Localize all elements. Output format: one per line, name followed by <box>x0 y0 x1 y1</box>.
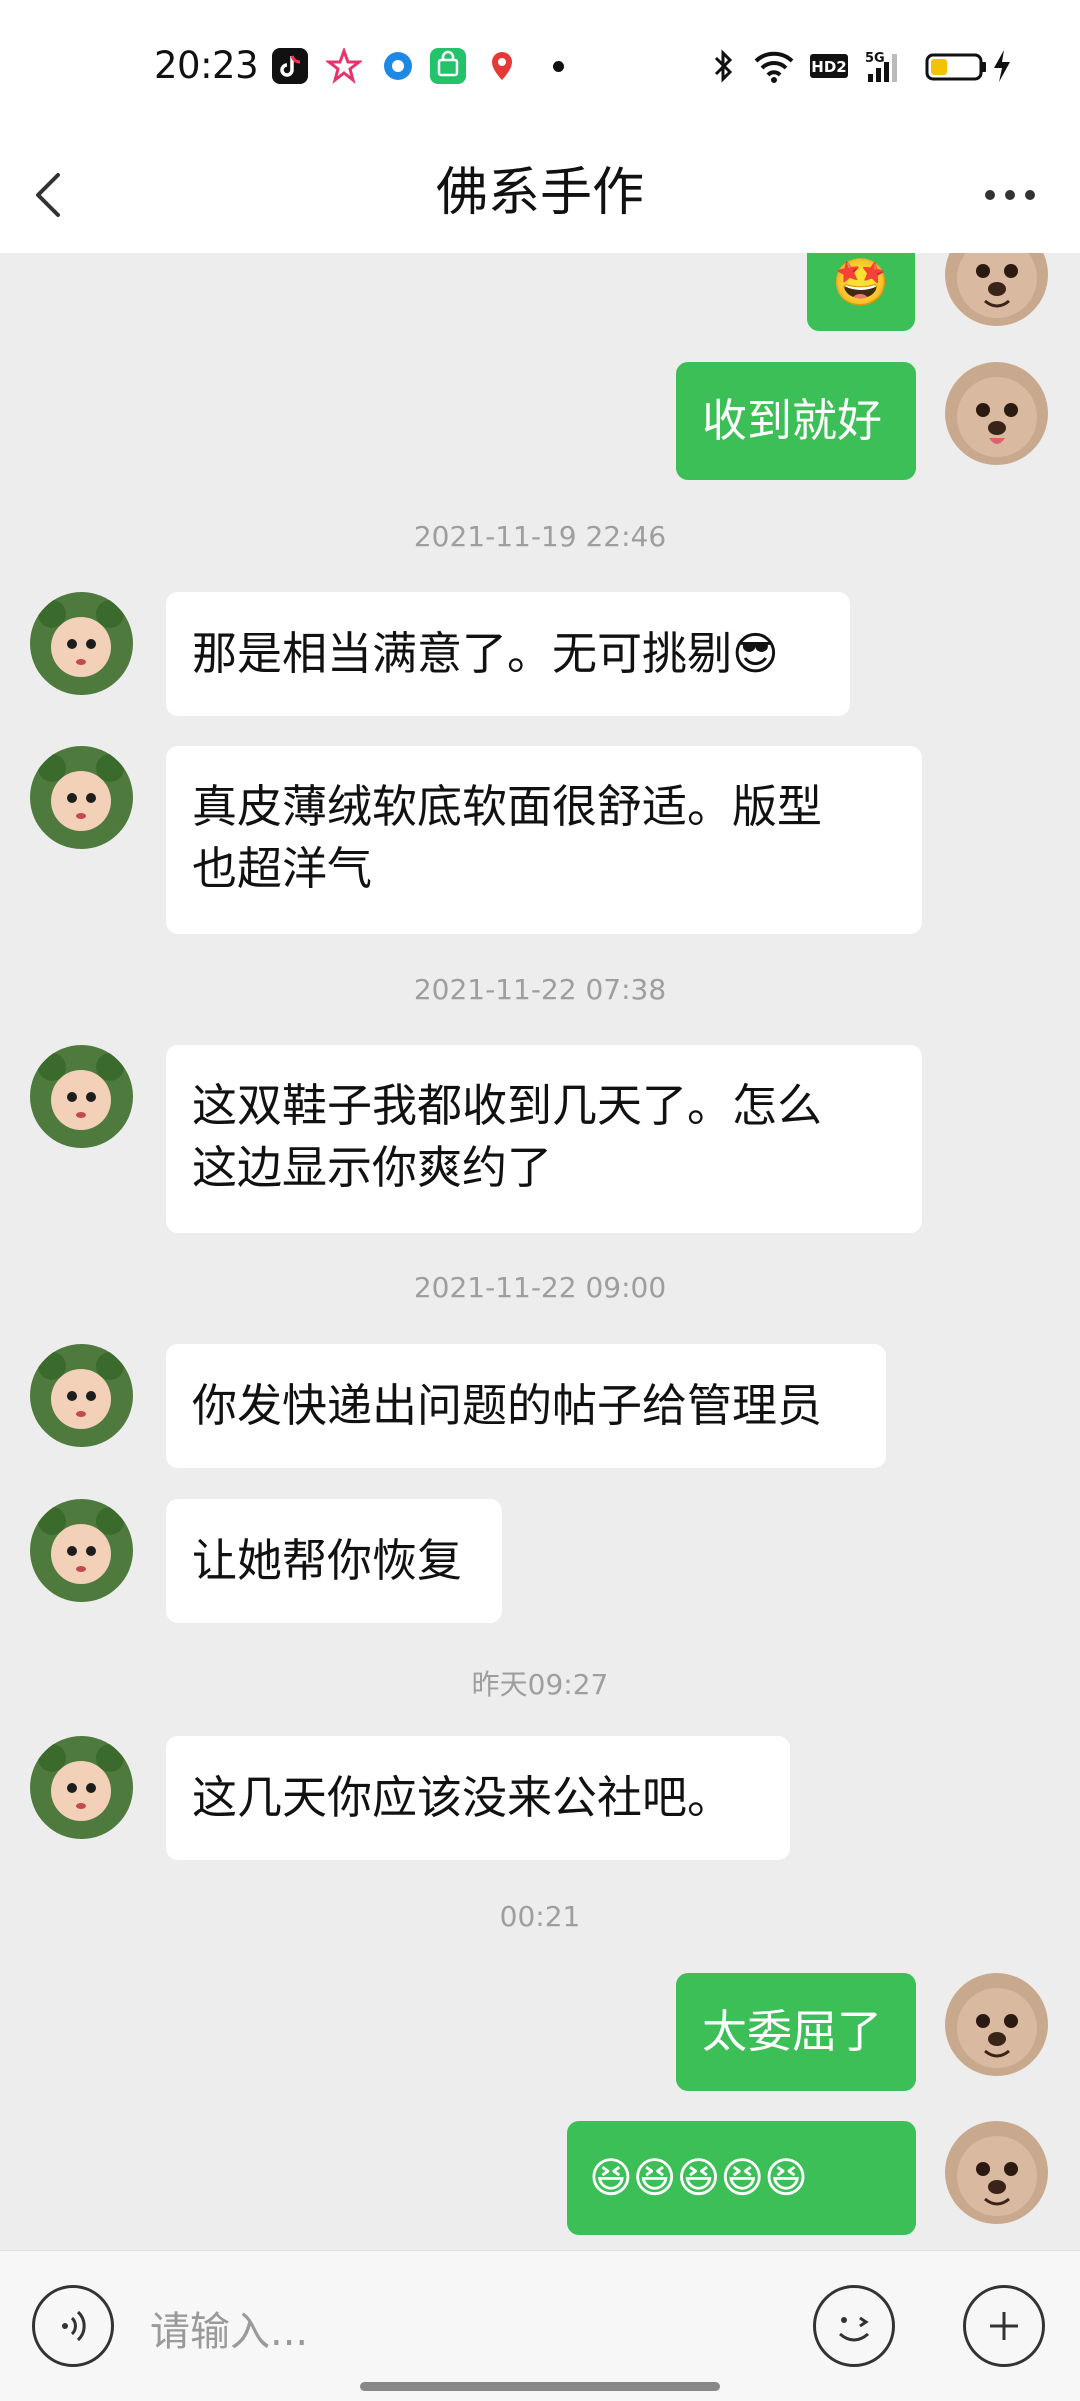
message-timestamp: 2021-11-22 09:00 <box>413 1271 667 1304</box>
network-label: 5G <box>865 51 885 66</box>
message-timestamp: 昨天09:27 <box>471 1668 609 1701</box>
contact-avatar[interactable] <box>30 746 133 849</box>
chat-header: 佛系手作 <box>0 135 1080 253</box>
contact-avatar[interactable] <box>30 1045 133 1148</box>
message-line: 也超洋气 <box>192 842 373 895</box>
message-list[interactable]: 🤩 收到就好 2021-11-19 22:46 那是相当满意了。无可挑剔😎 真皮… <box>0 253 1080 2250</box>
message-bubble-incoming[interactable]: 真皮薄绒软底软面很舒适。版型 也超洋气 <box>166 746 922 934</box>
voice-input-button[interactable] <box>32 2285 114 2367</box>
message-line: 这双鞋子我都收到几天了。怎么 <box>192 1079 823 1132</box>
add-attachment-button[interactable] <box>963 2285 1045 2367</box>
voice-icon <box>62 2310 86 2342</box>
message-timestamp: 2021-11-22 07:38 <box>413 973 667 1006</box>
contact-avatar[interactable] <box>30 1344 133 1447</box>
message-bubble-incoming[interactable]: 那是相当满意了。无可挑剔😎 <box>166 592 850 716</box>
contact-avatar[interactable] <box>30 1736 133 1839</box>
signal-5g-icon: 5G <box>864 46 904 86</box>
message-input[interactable]: 请输入... <box>150 2299 308 2357</box>
charging-icon <box>990 46 1014 86</box>
message-bubble-outgoing[interactable]: 😆😆😆😆😆 <box>567 2121 916 2235</box>
hd-label: HD2 <box>811 58 846 76</box>
tiktok-icon <box>272 48 308 84</box>
my-avatar[interactable] <box>945 1973 1048 2076</box>
my-avatar[interactable] <box>945 362 1048 465</box>
emoji-button[interactable] <box>813 2285 895 2367</box>
message-line: 真皮薄绒软底软面很舒适。版型 <box>192 780 823 833</box>
pin-app-icon <box>484 48 520 84</box>
message-line: 这边显示你爽约了 <box>192 1141 553 1194</box>
message-input-bar: 请输入... <box>0 2250 1080 2401</box>
message-bubble-incoming[interactable]: 让她帮你恢复 <box>166 1499 502 1623</box>
notification-dot <box>553 61 564 72</box>
contact-avatar[interactable] <box>30 1499 133 1602</box>
message-bubble-incoming[interactable]: 你发快递出问题的帖子给管理员 <box>166 1344 886 1468</box>
message-bubble-outgoing[interactable]: 🤩 <box>807 253 915 331</box>
message-bubble-outgoing[interactable]: 收到就好 <box>676 362 916 480</box>
smiley-icon <box>839 2316 869 2342</box>
my-avatar[interactable] <box>945 253 1048 326</box>
my-avatar[interactable] <box>945 2121 1048 2224</box>
message-timestamp: 00:21 <box>499 1900 581 1933</box>
message-timestamp: 2021-11-19 22:46 <box>413 520 667 553</box>
message-bubble-incoming[interactable]: 这双鞋子我都收到几天了。怎么 这边显示你爽约了 <box>166 1045 922 1233</box>
message-bubble-incoming[interactable]: 这几天你应该没来公社吧。 <box>166 1736 790 1860</box>
circle-app-icon <box>380 48 416 84</box>
green-bag-app-icon <box>430 48 466 84</box>
status-bar: 20:23 HD2 5G <box>0 0 1080 135</box>
plus-icon <box>990 2312 1018 2340</box>
home-indicator[interactable] <box>360 2382 720 2391</box>
battery-icon <box>924 46 988 86</box>
more-options-icon[interactable] <box>980 175 1040 215</box>
chat-title: 佛系手作 <box>435 163 644 223</box>
message-bubble-outgoing[interactable]: 太委屈了 <box>676 1973 916 2091</box>
hd-icon: HD2 <box>808 46 850 86</box>
status-time: 20:23 <box>154 44 259 87</box>
bluetooth-icon <box>708 46 738 86</box>
star-app-icon <box>324 46 364 84</box>
wifi-icon <box>752 46 796 86</box>
contact-avatar[interactable] <box>30 592 133 695</box>
